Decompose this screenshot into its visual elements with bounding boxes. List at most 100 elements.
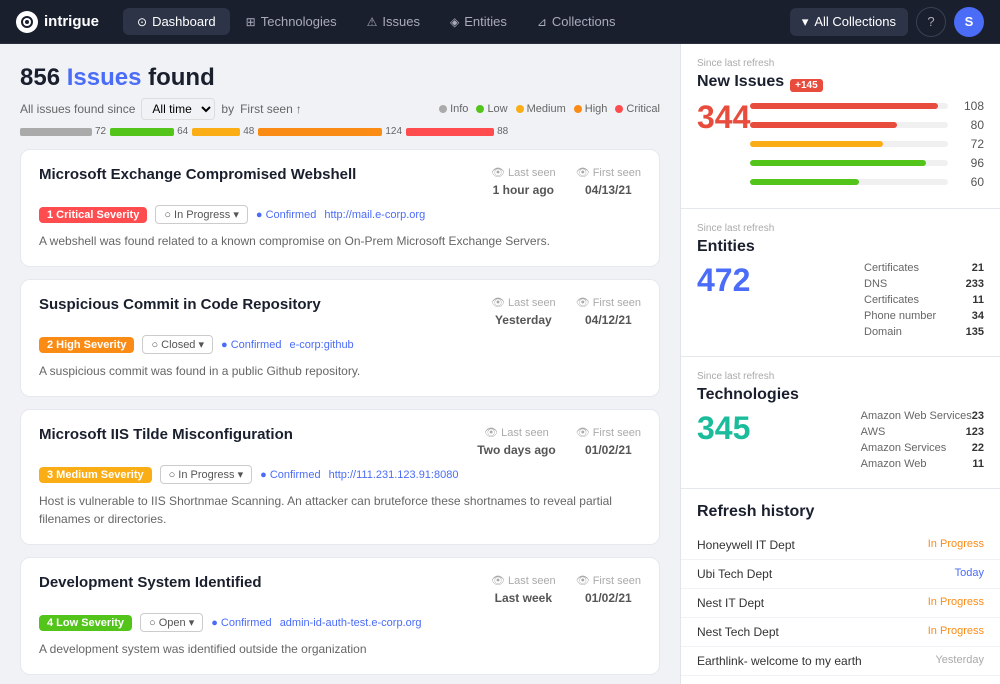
avatar[interactable]: S xyxy=(954,7,984,37)
legend-dot-high xyxy=(574,105,582,113)
legend-label-low: Low xyxy=(487,103,507,115)
issue-description: A development system was identified outs… xyxy=(39,640,641,658)
refresh-history-status: In Progress xyxy=(928,538,984,552)
confirmed-badge: ● Confirmed xyxy=(256,209,316,221)
nav-icon-dashboard: ⊙ xyxy=(137,15,147,29)
brand-name: intrigue xyxy=(44,13,99,30)
nav-label-collections: Collections xyxy=(552,14,616,29)
brand-logo[interactable]: intrigue xyxy=(16,11,99,33)
issue-title: Microsoft IIS Tilde Misconfiguration xyxy=(39,426,293,443)
help-button[interactable]: ? xyxy=(916,7,946,37)
refresh-history-section: Refresh history Honeywell IT DeptIn Prog… xyxy=(681,489,1000,684)
status-badge[interactable]: ○ Closed ▾ xyxy=(142,335,213,354)
nav-label-entities: Entities xyxy=(464,14,507,29)
refresh-history-name: Honeywell IT Dept xyxy=(697,538,795,552)
refresh-history-name: Earthlink- welcome to my earth xyxy=(697,654,862,668)
entity-stat-label: Certificates xyxy=(864,262,919,274)
bar-fill xyxy=(750,160,926,166)
last-seen-value: Two days ago xyxy=(477,443,555,457)
issue-card: Development System Identified 👁 Last see… xyxy=(20,557,660,675)
nav-item-dashboard[interactable]: ⊙Dashboard xyxy=(123,8,230,35)
severity-legend: InfoLowMediumHighCritical xyxy=(439,103,660,115)
sort-icon: ↑ xyxy=(296,102,302,116)
nav-item-collections[interactable]: ⊿Collections xyxy=(523,8,630,35)
entity-stat-row: Domain135 xyxy=(864,326,984,338)
entity-stat-value: 233 xyxy=(966,278,984,290)
help-icon: ? xyxy=(927,14,934,29)
tech-stat-label: AWS xyxy=(861,426,886,438)
time-filter-select[interactable]: All time xyxy=(141,98,215,120)
severity-bar-fill xyxy=(406,128,494,136)
last-seen-label: 👁 Last seen xyxy=(491,296,556,309)
filter-by-label: by xyxy=(221,102,234,116)
nav-icon-issues: ⚠ xyxy=(367,15,378,29)
collections-btn-label: All Collections xyxy=(814,14,896,29)
legend-dot-medium xyxy=(516,105,524,113)
nav-right: ▾ All Collections ? S xyxy=(790,7,984,37)
nav-icon-technologies: ⊞ xyxy=(246,15,256,29)
first-seen-label: 👁 First seen xyxy=(576,426,641,439)
filter-since-label: All issues found since xyxy=(20,102,135,116)
nav-item-technologies[interactable]: ⊞Technologies xyxy=(232,8,351,35)
issue-card: Microsoft Exchange Compromised Webshell … xyxy=(20,149,660,267)
entity-stat-row: Certificates21 xyxy=(864,262,984,274)
refresh-history-status: In Progress xyxy=(928,625,984,639)
status-badge[interactable]: ○ In Progress ▾ xyxy=(160,465,253,484)
issues-count: 856 xyxy=(20,64,60,91)
issue-link[interactable]: admin-id-auth-test.e-corp.org xyxy=(280,617,422,629)
issues-found-label: found xyxy=(148,64,215,91)
entities-big-number: 472 xyxy=(697,262,750,299)
refresh-history-item: Honeywell IT Dept In Progress xyxy=(681,531,1000,560)
legend-item-critical: Critical xyxy=(615,103,660,115)
entities-since: Since last refresh xyxy=(697,223,984,234)
issue-first-seen: 👁 First seen 01/02/21 xyxy=(576,426,641,457)
legend-item-low: Low xyxy=(476,103,507,115)
issue-card-header: Development System Identified 👁 Last see… xyxy=(39,574,641,605)
issues-keyword: Issues xyxy=(67,64,142,91)
issue-first-seen: 👁 First seen 04/13/21 xyxy=(576,166,641,197)
sort-button[interactable]: First seen ↑ xyxy=(240,102,302,116)
issue-card-header: Suspicious Commit in Code Repository 👁 L… xyxy=(39,296,641,327)
status-badge[interactable]: ○ Open ▾ xyxy=(140,613,203,632)
refresh-history-status: Yesterday xyxy=(935,654,984,668)
issue-last-seen: 👁 Last seen Yesterday xyxy=(491,296,556,327)
status-badge[interactable]: ○ In Progress ▾ xyxy=(155,205,248,224)
tech-stat-label: Amazon Web Services xyxy=(861,410,972,422)
issue-link[interactable]: http://mail.e-corp.org xyxy=(324,209,425,221)
issue-card-header: Microsoft Exchange Compromised Webshell … xyxy=(39,166,641,197)
technologies-since: Since last refresh xyxy=(697,371,984,382)
last-seen-value: Last week xyxy=(495,591,552,605)
first-seen-label: 👁 First seen xyxy=(576,574,641,587)
severity-bar-item: 88 xyxy=(406,126,508,137)
first-seen-label: 👁 First seen xyxy=(576,166,641,179)
confirmed-badge: ● Confirmed xyxy=(221,339,281,351)
severity-bars: 72644812488 xyxy=(20,126,660,137)
legend-item-info: Info xyxy=(439,103,468,115)
main-layout: 856 Issues found All issues found since … xyxy=(0,44,1000,684)
new-issues-big-number: 344 xyxy=(697,99,750,136)
technologies-stats: Amazon Web Services23AWS123Amazon Servic… xyxy=(851,410,984,474)
nav-item-issues[interactable]: ⚠Issues xyxy=(353,8,434,35)
issue-tags: 1 Critical Severity ○ In Progress ▾ ● Co… xyxy=(39,205,641,224)
nav-item-entities[interactable]: ◈Entities xyxy=(436,8,521,35)
collections-button[interactable]: ▾ All Collections xyxy=(790,8,908,36)
refresh-history-items: Honeywell IT Dept In Progress Ubi Tech Dep… xyxy=(681,531,1000,684)
issue-last-seen: 👁 Last seen Last week xyxy=(491,574,556,605)
new-issues-since: Since last refresh xyxy=(697,58,984,69)
new-issues-bar-item: 60 xyxy=(750,175,984,189)
issue-link[interactable]: http://111.231.123.91:8080 xyxy=(329,469,459,481)
refresh-history-item: Ubi Tech DeptToday xyxy=(681,560,1000,589)
issue-meta: 👁 Last seen Two days ago 👁 First seen 01… xyxy=(477,426,641,457)
refresh-history-item: Earthlink- welcome to my earthlink02/07/… xyxy=(681,676,1000,684)
last-seen-label: 👁 Last seen xyxy=(491,166,556,179)
tech-stat-label: Amazon Services xyxy=(861,442,947,454)
tech-stat-value: 23 xyxy=(972,410,984,422)
issue-first-seen: 👁 First seen 04/12/21 xyxy=(576,296,641,327)
left-panel: 856 Issues found All issues found since … xyxy=(0,44,680,684)
entities-title: Entities xyxy=(697,238,984,256)
bar-fill xyxy=(750,103,938,109)
nav-items: ⊙Dashboard⊞Technologies⚠Issues◈Entities⊿… xyxy=(123,8,630,35)
severity-bar-fill xyxy=(192,128,240,136)
issue-meta: 👁 Last seen Yesterday 👁 First seen 04/12… xyxy=(491,296,641,327)
issue-link[interactable]: e-corp:github xyxy=(289,339,353,351)
